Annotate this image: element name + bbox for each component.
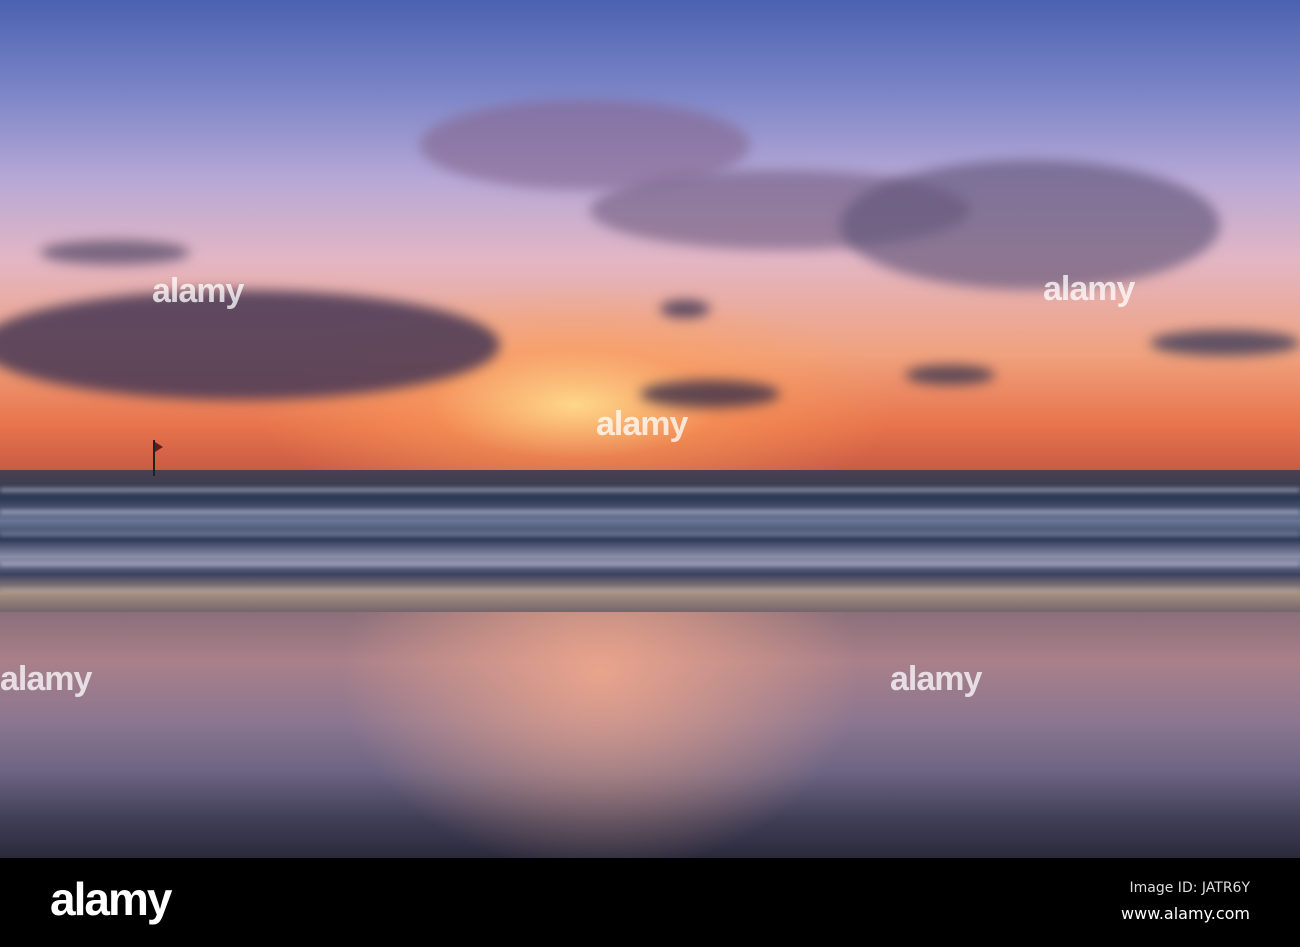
watermark: alamy — [890, 660, 982, 698]
watermark: alamy — [0, 660, 92, 698]
cloud — [1150, 330, 1300, 356]
image-id: Image ID: JATR6Y — [1129, 880, 1250, 896]
watermark: alamy — [596, 405, 688, 443]
alamy-logo: alamy — [50, 873, 172, 925]
watermark: alamy — [1043, 270, 1135, 308]
ocean-waves — [0, 470, 1300, 615]
cloud — [840, 160, 1220, 290]
cloud — [40, 240, 190, 265]
cloud — [905, 365, 995, 385]
cloud — [640, 380, 780, 408]
cloud — [0, 290, 500, 400]
wet-sand-reflection — [0, 612, 1300, 858]
footer-bar: alamy Image ID: JATR6Y www.alamy.com — [0, 858, 1300, 947]
beach-flag — [153, 440, 163, 476]
website-link: www.alamy.com — [1121, 904, 1250, 923]
watermark: alamy — [152, 272, 244, 310]
sunset-beach-photo: alamy alamy alamy alamy alamy — [0, 0, 1300, 858]
cloud — [660, 300, 710, 318]
